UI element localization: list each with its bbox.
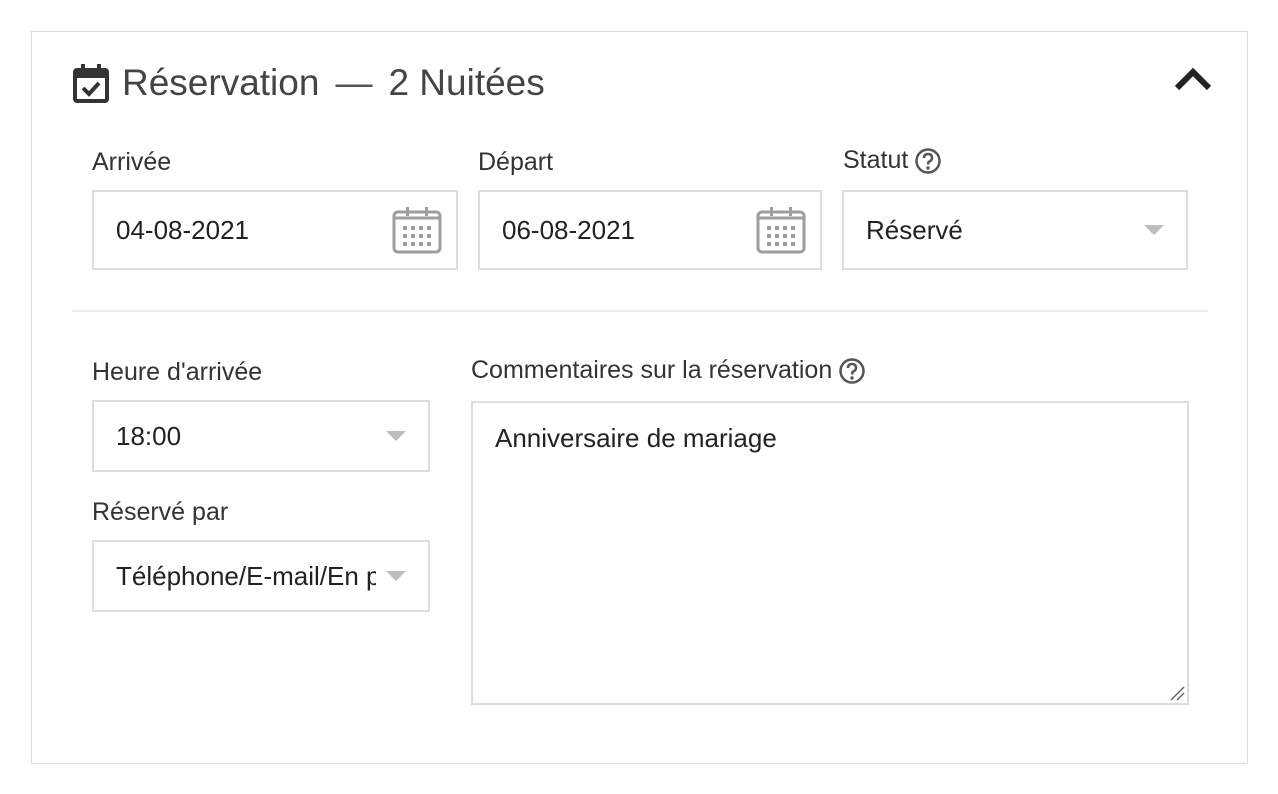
- dropdown-caret-icon: [386, 571, 406, 581]
- departure-date-value: 06-08-2021: [502, 214, 635, 245]
- dropdown-caret-icon: [386, 431, 406, 441]
- arrival-time-value: 18:00: [116, 420, 182, 451]
- arrival-time-select[interactable]: 18:00: [92, 400, 430, 472]
- arrival-time-label-text: Heure d'arrivée: [92, 358, 263, 386]
- booked-by-label-text: Réservé par: [92, 498, 229, 526]
- status-label-text: Statut: [843, 146, 909, 174]
- title-separator: —: [335, 62, 373, 103]
- departure-date-field[interactable]: 06-08-2021: [478, 190, 822, 270]
- arrival-label-text: Arrivée: [92, 148, 172, 176]
- status-select[interactable]: Réservé: [842, 190, 1188, 270]
- comments-help-icon[interactable]: [838, 357, 866, 385]
- calendar-icon[interactable]: [756, 206, 806, 254]
- reservation-panel: Réservation — 2 Nuitées Arrivée Départ S…: [31, 31, 1248, 764]
- comments-textarea[interactable]: Anniversaire de mariage: [471, 401, 1189, 705]
- arrival-date-value: 04-08-2021: [116, 214, 249, 245]
- status-value: Réservé: [866, 214, 963, 245]
- collapse-button[interactable]: [1173, 62, 1213, 96]
- panel-header: Réservation — 2 Nuitées: [72, 60, 545, 106]
- resize-grip-icon[interactable]: [1169, 685, 1185, 701]
- status-label: Statut: [843, 146, 942, 175]
- status-help-icon[interactable]: [914, 147, 942, 175]
- comments-label-text: Commentaires sur la réservation: [471, 356, 833, 384]
- panel-title: Réservation: [122, 62, 320, 103]
- arrival-label: Arrivée: [92, 148, 171, 177]
- booked-by-value: Téléphone/E-mail/En personne: [116, 560, 376, 591]
- departure-label-text: Départ: [478, 148, 554, 176]
- arrival-time-label: Heure d'arrivée: [92, 358, 262, 387]
- booked-by-label: Réservé par: [92, 498, 228, 527]
- nights-count: 2 Nuitées: [388, 62, 545, 103]
- booked-by-select[interactable]: Téléphone/E-mail/En personne: [92, 540, 430, 612]
- chevron-up-icon: [1174, 67, 1212, 91]
- arrival-date-field[interactable]: 04-08-2021: [92, 190, 458, 270]
- dropdown-caret-icon: [1144, 225, 1164, 235]
- comments-value: Anniversaire de mariage: [495, 423, 777, 453]
- section-divider: [72, 310, 1208, 312]
- calendar-icon[interactable]: [392, 206, 442, 254]
- comments-label: Commentaires sur la réservation: [471, 356, 866, 385]
- calendar-check-icon: [72, 62, 110, 104]
- departure-label: Départ: [478, 148, 553, 177]
